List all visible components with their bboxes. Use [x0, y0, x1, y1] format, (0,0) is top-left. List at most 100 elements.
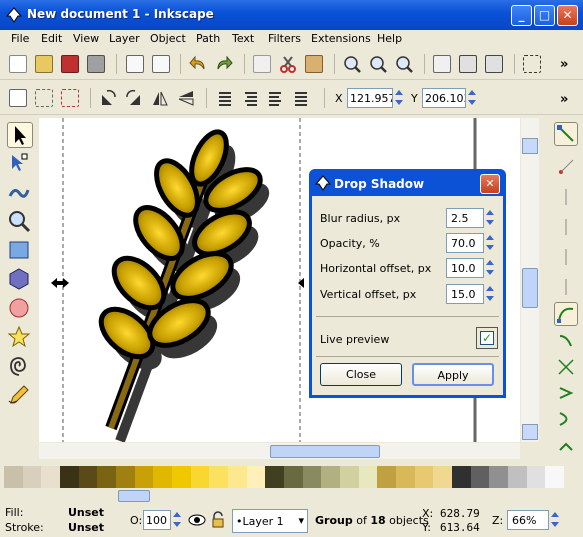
new-document-icon[interactable] [9, 55, 27, 73]
copy-icon[interactable] [253, 55, 271, 73]
dialog-close-button[interactable]: ✕ [480, 174, 500, 194]
3d-box-tool[interactable] [7, 267, 33, 293]
lower-icon[interactable] [267, 89, 285, 107]
snap-smooth-icon[interactable] [557, 410, 575, 428]
color-swatch[interactable] [153, 466, 173, 488]
horizontal-scrollbar[interactable] [39, 443, 520, 459]
paste-icon[interactable] [305, 55, 323, 73]
open-folder-icon[interactable] [35, 55, 53, 73]
menu-file[interactable]: File [11, 32, 29, 45]
close-window-button[interactable]: ✕ [557, 5, 578, 26]
scroll-down-button[interactable] [522, 424, 538, 440]
blur-radius-spin[interactable] [484, 208, 496, 228]
menu-help[interactable]: Help [377, 32, 402, 45]
blur-radius-input[interactable]: 2.5 [446, 208, 484, 228]
snap-paths-icon[interactable] [557, 332, 575, 350]
zoom-input[interactable]: 66% [507, 510, 549, 530]
snap-intersections-icon[interactable] [557, 358, 575, 376]
opacity-spin[interactable] [171, 510, 183, 530]
ellipse-tool[interactable] [7, 296, 33, 322]
snap-bbox-center-icon[interactable] [557, 278, 575, 296]
color-swatch[interactable] [470, 466, 490, 488]
vertical-scrollbar[interactable] [521, 118, 539, 442]
selector-tool[interactable] [7, 122, 33, 148]
menu-view[interactable]: View [73, 32, 99, 45]
pencil-tool[interactable] [7, 383, 33, 409]
menu-edit[interactable]: Edit [41, 32, 62, 45]
lock-icon[interactable] [210, 511, 226, 529]
zoom-drawing-icon[interactable] [369, 55, 387, 73]
wheat-graphic[interactable] [92, 127, 267, 431]
fill-value[interactable]: Unset [68, 506, 104, 519]
color-swatch[interactable] [433, 466, 453, 488]
menu-extensions[interactable]: Extensions [311, 32, 371, 45]
zoom-spin[interactable] [549, 510, 561, 530]
menu-path[interactable]: Path [196, 32, 220, 45]
layer-selector[interactable]: •Layer 1 ▾ [232, 509, 308, 533]
color-swatch[interactable] [321, 466, 341, 488]
live-preview-checkbox[interactable]: ✓ [476, 327, 498, 349]
print-icon[interactable] [87, 55, 105, 73]
color-swatch[interactable] [116, 466, 136, 488]
palette-scrollbar[interactable] [0, 489, 583, 503]
snap-bbox-midpoint-icon[interactable] [557, 248, 575, 266]
duplicate-icon[interactable] [433, 55, 451, 73]
color-swatch[interactable] [265, 466, 285, 488]
raise-to-top-icon[interactable] [215, 89, 233, 107]
apply-button[interactable]: Apply [412, 363, 494, 386]
opacity-input[interactable]: 100 [143, 510, 171, 530]
ungroup-icon[interactable] [485, 55, 503, 73]
eye-visibility-icon[interactable] [188, 512, 206, 528]
color-swatch[interactable] [452, 466, 472, 488]
snap-bbox-icon[interactable] [557, 158, 575, 176]
toolbar-more[interactable]: » [560, 57, 568, 72]
opacity-field-input[interactable]: 70.0 [446, 233, 484, 253]
color-swatch[interactable] [302, 466, 322, 488]
palette-scroll-thumb[interactable] [118, 490, 150, 502]
stroke-value[interactable]: Unset [68, 521, 104, 534]
import-icon[interactable] [126, 55, 144, 73]
color-swatch[interactable] [508, 466, 528, 488]
zoom-tool[interactable] [7, 209, 33, 235]
color-swatch[interactable] [209, 466, 229, 488]
color-swatch[interactable] [358, 466, 378, 488]
x-coordinate-input[interactable]: 121.957 [347, 88, 393, 108]
rotate-ccw-icon[interactable] [99, 89, 117, 107]
vertical-offset-spin[interactable] [484, 284, 496, 304]
horizontal-scroll-thumb[interactable] [270, 445, 380, 458]
cut-icon[interactable] [279, 55, 297, 73]
undo-icon[interactable] [189, 55, 207, 73]
vertical-offset-input[interactable]: 15.0 [446, 284, 484, 304]
node-tool[interactable] [7, 151, 33, 177]
color-swatch[interactable] [4, 466, 24, 488]
color-swatch[interactable] [97, 466, 117, 488]
color-swatch[interactable] [396, 466, 416, 488]
tweak-tool[interactable] [7, 180, 33, 206]
x-spin-buttons[interactable] [393, 88, 405, 108]
color-swatch[interactable] [526, 466, 546, 488]
color-swatch[interactable] [190, 466, 210, 488]
y-coordinate-input[interactable]: 206.103 [422, 88, 466, 108]
menu-text[interactable]: Text [232, 32, 254, 45]
maximize-button[interactable]: □ [534, 5, 555, 26]
redo-icon[interactable] [215, 55, 233, 73]
snap-bbox-corner-icon[interactable] [557, 218, 575, 236]
flip-horizontal-icon[interactable] [151, 89, 169, 107]
color-swatch[interactable] [22, 466, 42, 488]
rotate-cw-icon[interactable] [125, 89, 143, 107]
scroll-up-button[interactable] [522, 138, 538, 154]
color-swatch[interactable] [246, 466, 266, 488]
snap-nodes-icon[interactable] [554, 302, 578, 326]
color-swatch[interactable] [78, 466, 98, 488]
spiral-tool[interactable] [7, 354, 33, 380]
snap-bbox-edge-icon[interactable] [557, 188, 575, 206]
y-spin-buttons[interactable] [466, 88, 478, 108]
color-swatch[interactable] [545, 466, 565, 488]
snap-cusp-icon[interactable] [557, 384, 575, 402]
color-palette[interactable] [0, 466, 583, 488]
snap-toggle-icon[interactable] [554, 122, 578, 146]
flip-vertical-icon[interactable] [177, 89, 195, 107]
color-swatch[interactable] [134, 466, 154, 488]
select-all-layers-icon[interactable] [35, 89, 53, 107]
star-tool[interactable] [7, 325, 33, 351]
